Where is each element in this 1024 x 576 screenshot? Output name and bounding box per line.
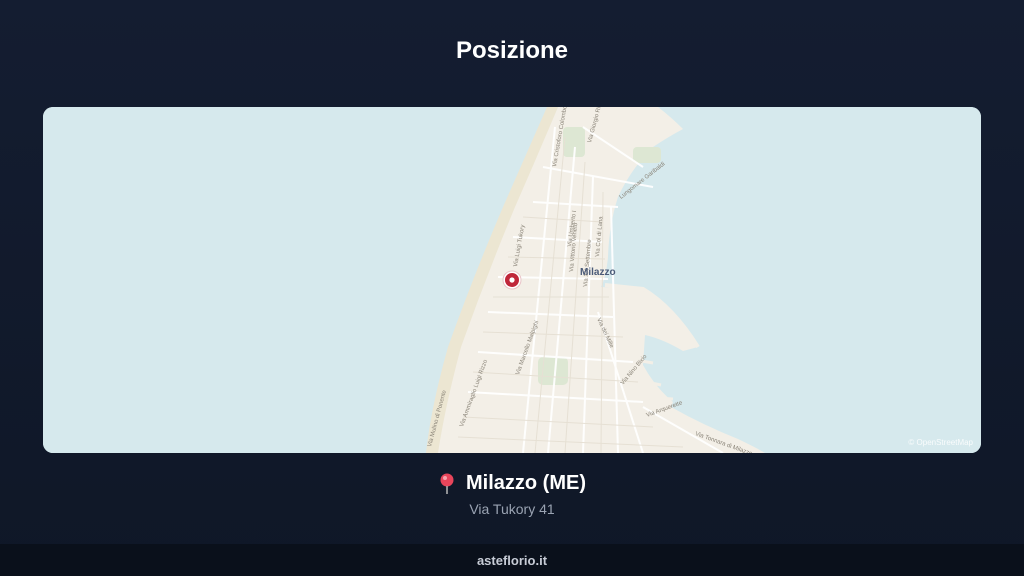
city-label: Milazzo	[580, 267, 616, 278]
footer-brand: asteflorio.it	[476, 552, 548, 568]
location-marker-icon[interactable]	[502, 270, 522, 290]
map-attribution[interactable]: © OpenStreetMap	[908, 438, 973, 447]
map[interactable]: Via Luigi Tukory Via Umberto I Via Marce…	[43, 107, 981, 453]
footer: asteflorio.it	[0, 544, 1024, 576]
location-header: Milazzo (ME)	[0, 472, 1024, 495]
red-pushpin-icon	[440, 473, 454, 494]
park-area	[633, 147, 661, 163]
location-title: Milazzo (ME)	[466, 472, 586, 494]
map-canvas[interactable]: Via Luigi Tukory Via Umberto I Via Marce…	[43, 107, 981, 453]
page-title: Posizione	[455, 37, 569, 64]
location-address: Via Tukory 41	[469, 501, 555, 517]
